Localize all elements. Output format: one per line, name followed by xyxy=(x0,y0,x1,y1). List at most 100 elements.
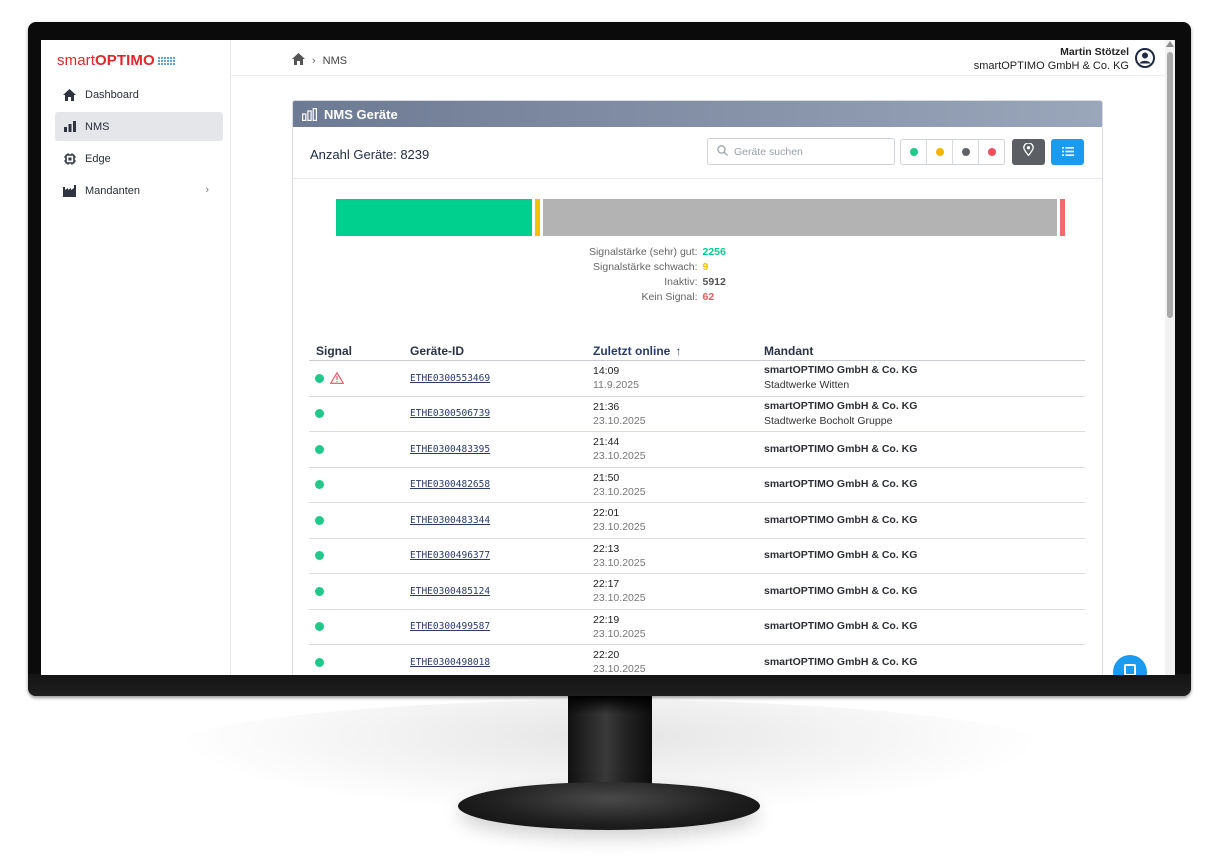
sidebar-item-dashboard[interactable]: Dashboard xyxy=(55,80,223,109)
device-id-link[interactable]: ETHE0300482658 xyxy=(410,479,593,490)
signal-good-icon xyxy=(315,480,324,490)
mandant-name: smartOPTIMO GmbH & Co. KG xyxy=(764,655,918,668)
warning-icon xyxy=(329,371,345,385)
table-body: ETHE0300553469 14:09 11.9.2025 smartOPTIMO … xyxy=(309,361,1085,675)
scroll-up-icon[interactable] xyxy=(1166,41,1174,47)
signal-good-icon xyxy=(315,622,324,632)
device-id-link[interactable]: ETHE0300506739 xyxy=(410,408,593,419)
filter-weak-button[interactable] xyxy=(927,140,953,164)
device-id-link[interactable]: ETHE0300485124 xyxy=(410,586,593,597)
legend-value: 5912 xyxy=(702,276,726,288)
table-row[interactable]: ETHE0300482658 21:50 23.10.2025 smartOPTIMO… xyxy=(309,468,1085,503)
app-logo[interactable]: smart OPTIMO xyxy=(57,52,175,69)
sidebar-item-edge[interactable]: Edge xyxy=(55,144,223,173)
signal-cell xyxy=(309,551,410,561)
table-row[interactable]: ETHE0300483344 22:01 23.10.2025 smartOPTIMO… xyxy=(309,503,1085,539)
bar-segment-good[interactable] xyxy=(336,199,532,236)
mandant-sub: Stadtwerke Witten xyxy=(764,379,850,392)
last-online-date: 23.10.2025 xyxy=(593,414,646,427)
page-scrollbar[interactable] xyxy=(1165,40,1175,675)
filter-good-button[interactable] xyxy=(901,140,927,164)
signal-good-icon xyxy=(315,409,324,419)
device-count: Anzahl Geräte: 8239 xyxy=(310,147,430,162)
map-view-button[interactable] xyxy=(1012,139,1045,165)
sidebar-nav: Dashboard NMS Edge Mandanten › xyxy=(55,80,223,208)
column-header-signal[interactable]: Signal xyxy=(309,344,410,358)
last-online-date: 23.10.2025 xyxy=(593,485,646,498)
mandant-cell: smartOPTIMO GmbH & Co. KG xyxy=(764,548,1085,563)
column-header-last-online[interactable]: Zuletzt online ↑ xyxy=(593,344,764,358)
mandant-name: smartOPTIMO GmbH & Co. KG xyxy=(764,399,918,412)
sidebar-item-label: Edge xyxy=(85,152,111,165)
last-online-cell: 22:17 23.10.2025 xyxy=(593,577,764,605)
device-id-link[interactable]: ETHE0300499587 xyxy=(410,621,593,632)
last-online-date: 23.10.2025 xyxy=(593,627,646,640)
device-id-link[interactable]: ETHE0300483344 xyxy=(410,515,593,526)
product-mockup: smart OPTIMO Dashboard NMS Edge Mandante… xyxy=(0,0,1218,860)
mandant-name: smartOPTIMO GmbH & Co. KG xyxy=(764,549,918,562)
filter-no-signal-button[interactable] xyxy=(979,140,1004,164)
table-row[interactable]: ETHE0300498018 22:20 23.10.2025 smartOPTIMO… xyxy=(309,645,1085,675)
signal-good-icon xyxy=(315,551,324,561)
bar-segment-inactive[interactable] xyxy=(542,199,1057,236)
mandant-cell: smartOPTIMO GmbH & Co. KG xyxy=(764,477,1085,492)
mandant-cell: smartOPTIMO GmbH & Co. KG xyxy=(764,619,1085,634)
search-box[interactable] xyxy=(707,138,895,165)
home-icon[interactable] xyxy=(292,53,305,68)
logo-dots-icon xyxy=(157,56,175,65)
table-header: Signal Geräte-ID Zuletzt online ↑ Mandant xyxy=(309,341,1085,361)
mandant-name: smartOPTIMO GmbH & Co. KG xyxy=(764,364,918,377)
chat-button[interactable] xyxy=(1113,655,1147,675)
mandant-name: smartOPTIMO GmbH & Co. KG xyxy=(764,478,918,491)
table-row[interactable]: ETHE0300506739 21:36 23.10.2025 smartOPTIMO… xyxy=(309,397,1085,432)
sort-ascending-icon: ↑ xyxy=(675,343,682,358)
mandant-cell: smartOPTIMO GmbH & Co. KG xyxy=(764,513,1085,528)
card-title: NMS Geräte xyxy=(324,106,398,122)
table-row[interactable]: ETHE0300483395 21:44 23.10.2025 smartOPTIMO… xyxy=(309,432,1085,468)
logo-text-optimo: OPTIMO xyxy=(95,52,155,69)
column-header-device-id[interactable]: Geräte-ID xyxy=(410,344,593,358)
filter-inactive-button[interactable] xyxy=(953,140,979,164)
list-view-button[interactable] xyxy=(1051,139,1084,165)
signal-filter-group xyxy=(900,139,1005,165)
search-icon xyxy=(717,143,728,161)
user-info[interactable]: Martin Stötzel smartOPTIMO GmbH & Co. KG xyxy=(974,45,1129,73)
device-id-link[interactable]: ETHE0300498018 xyxy=(410,657,593,668)
signal-cell xyxy=(309,515,410,525)
scrollbar-thumb[interactable] xyxy=(1167,52,1173,318)
table-row[interactable]: ETHE0300485124 22:17 23.10.2025 smartOPTIMO… xyxy=(309,574,1085,610)
sidebar-item-label: Mandanten xyxy=(85,184,141,197)
mandant-cell: smartOPTIMO GmbH & Co. KG Stadtwerke Witt… xyxy=(764,363,1085,393)
last-online-time: 22:17 xyxy=(593,578,620,591)
sidebar-item-label: NMS xyxy=(85,120,110,133)
status-dot-icon xyxy=(909,148,918,156)
user-avatar-icon[interactable] xyxy=(1135,48,1155,68)
table-row[interactable]: ETHE0300496377 22:13 23.10.2025 smartOPTIMO… xyxy=(309,539,1085,574)
legend-value: 62 xyxy=(702,291,715,303)
table-row[interactable]: ETHE0300499587 22:19 23.10.2025 smartOPTIMO… xyxy=(309,610,1085,645)
sidebar-item-nms[interactable]: NMS xyxy=(55,112,223,141)
monitor-stand-shadow xyxy=(568,696,652,714)
last-online-cell: 14:09 11.9.2025 xyxy=(593,364,764,392)
device-id-link[interactable]: ETHE0300483395 xyxy=(410,444,593,455)
sidebar-item-mandanten[interactable]: Mandanten › xyxy=(55,176,223,205)
last-online-time: 21:36 xyxy=(593,400,620,413)
bar-segment-no-signal[interactable] xyxy=(1059,199,1065,236)
last-online-time: 22:20 xyxy=(593,649,620,662)
last-online-cell: 21:44 23.10.2025 xyxy=(593,435,764,463)
signal-legend: Signalstärke (sehr) gut: 2256 Signalstär… xyxy=(293,245,1102,305)
chip-icon xyxy=(63,152,76,165)
search-input[interactable] xyxy=(734,145,884,158)
column-header-label: Zuletzt online xyxy=(593,343,671,358)
breadcrumb-separator: › xyxy=(312,54,316,67)
last-online-cell: 21:36 23.10.2025 xyxy=(593,400,764,428)
last-online-time: 21:50 xyxy=(593,471,620,484)
column-header-mandant[interactable]: Mandant xyxy=(764,344,1085,358)
table-row[interactable]: ETHE0300553469 14:09 11.9.2025 smartOPTIMO … xyxy=(309,361,1085,397)
signal-good-icon xyxy=(315,444,324,454)
signal-cell xyxy=(309,622,410,632)
device-id-link[interactable]: ETHE0300496377 xyxy=(410,550,593,561)
legend-value: 9 xyxy=(702,261,709,273)
last-online-cell: 21:50 23.10.2025 xyxy=(593,471,764,499)
device-id-link[interactable]: ETHE0300553469 xyxy=(410,373,593,384)
